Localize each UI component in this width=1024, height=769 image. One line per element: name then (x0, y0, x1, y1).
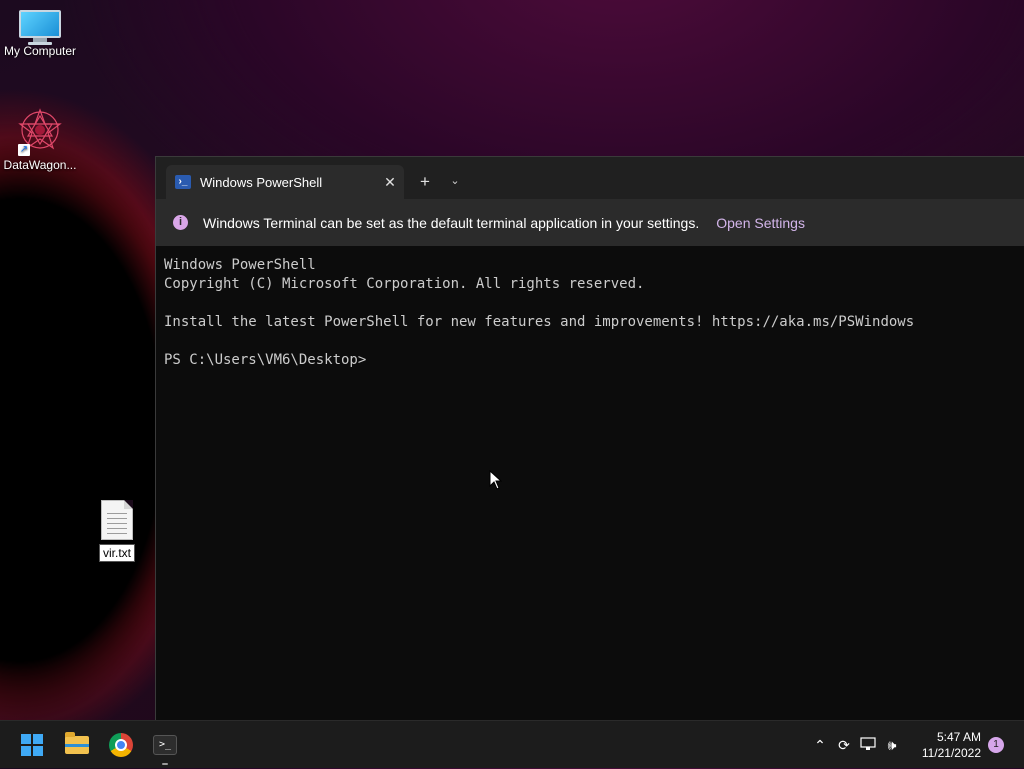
shortcut-arrow-icon: ↗ (18, 144, 30, 156)
close-tab-icon[interactable]: ✕ (376, 174, 404, 191)
sync-icon[interactable]: ⟳ (832, 737, 856, 754)
volume-icon[interactable]: 🕪 (880, 737, 904, 754)
terminal-window: ›_ Windows PowerShell ✕ + ⌄ i Windows Te… (155, 156, 1024, 720)
taskbar: >_ ⌃ ⟳ 🕪 5:47 AM 11/21/2022 1 (0, 720, 1024, 768)
info-icon: i (173, 215, 188, 230)
console-line: Copyright (C) Microsoft Corporation. All… (164, 276, 645, 292)
desktop-icon-datawagon[interactable]: ↗ DataWagon... (0, 106, 80, 172)
text-file-icon (101, 500, 133, 540)
clock-time: 5:47 AM (936, 730, 981, 744)
active-app-indicator (162, 763, 168, 765)
clock[interactable]: 5:47 AM 11/21/2022 (915, 729, 981, 761)
network-icon[interactable] (856, 736, 880, 754)
mouse-pointer-icon (489, 470, 503, 490)
prompt-line: PS C:\Users\VM6\Desktop> (164, 352, 367, 368)
info-message: Windows Terminal can be set as the defau… (203, 214, 700, 231)
clock-date: 11/21/2022 (921, 746, 981, 760)
rename-input[interactable]: vir.txt (98, 544, 135, 562)
console-output[interactable]: Windows PowerShell Copyright (C) Microsof… (156, 246, 1024, 380)
console-line: Install the latest PowerShell for new fe… (164, 314, 915, 330)
title-bar[interactable]: ›_ Windows PowerShell ✕ + ⌄ (156, 157, 1024, 199)
info-bar: i Windows Terminal can be set as the def… (156, 199, 1024, 246)
start-button[interactable] (18, 731, 46, 759)
desktop-icon-label: My Computer (3, 44, 77, 58)
powershell-icon: ›_ (175, 175, 191, 189)
windows-start-icon (21, 734, 43, 756)
tab-windows-powershell[interactable]: ›_ Windows PowerShell ✕ (166, 165, 404, 199)
terminal-button[interactable]: >_ (151, 731, 179, 759)
chevron-up-icon[interactable]: ⌃ (808, 737, 832, 754)
tab-title: Windows PowerShell (200, 174, 323, 190)
desktop-icon-label: DataWagon... (3, 158, 77, 172)
desktop-icon-my-computer[interactable]: My Computer (0, 10, 80, 58)
folder-icon (65, 732, 89, 754)
chrome-button[interactable] (107, 731, 135, 759)
open-settings-link[interactable]: Open Settings (716, 215, 805, 231)
new-tab-icon[interactable]: + (414, 172, 436, 192)
notification-badge[interactable]: 1 (988, 737, 1004, 753)
console-line: Windows PowerShell (164, 257, 316, 273)
computer-icon (19, 10, 61, 45)
chrome-icon (109, 733, 133, 757)
desktop-icon-vir-txt[interactable]: vir.txt (77, 500, 157, 562)
chevron-down-icon[interactable]: ⌄ (444, 174, 466, 187)
system-tray: ⌃ ⟳ 🕪 (808, 721, 904, 769)
datawagon-logo-icon: ↗ (16, 106, 64, 156)
file-explorer-button[interactable] (63, 731, 91, 759)
terminal-icon: >_ (153, 735, 177, 755)
